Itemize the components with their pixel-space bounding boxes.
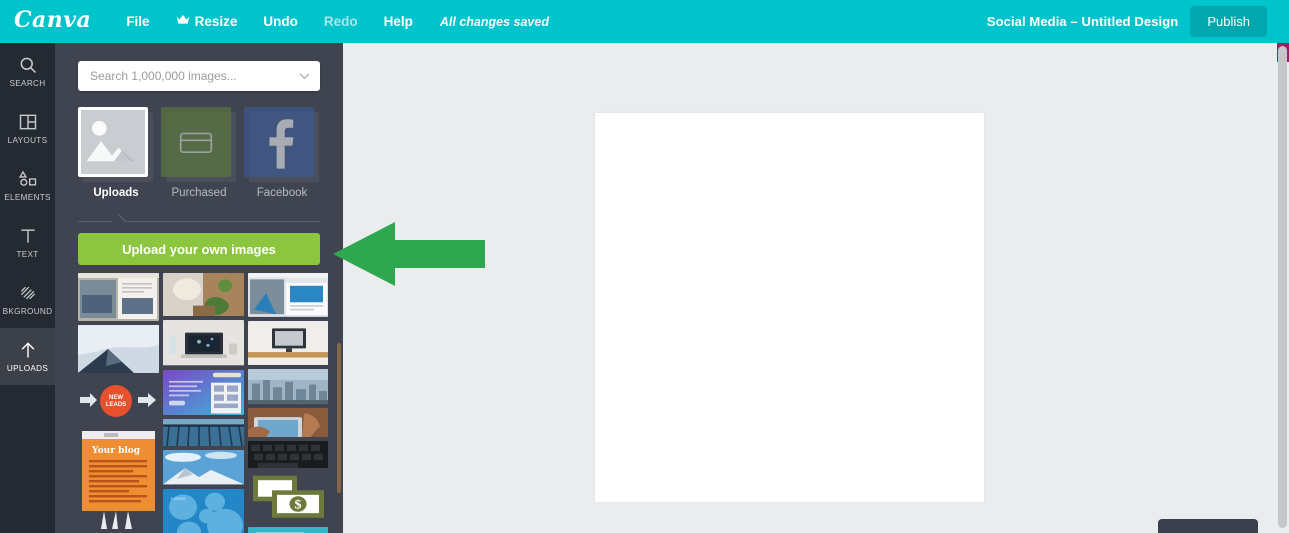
thumb-city-skyline-aerial[interactable]: [248, 368, 328, 404]
design-canvas[interactable]: [595, 113, 984, 502]
divider-caret-icon: [111, 215, 125, 222]
tab-facebook-label: Facebook: [256, 187, 308, 199]
sidebar-item-elements[interactable]: ELEMENTS: [0, 157, 55, 214]
svg-text:Your blog: Your blog: [91, 446, 141, 456]
sidebar-item-text[interactable]: TEXT: [0, 214, 55, 271]
menu-item-help[interactable]: Help: [371, 8, 426, 35]
thumb-flatlay-desk-plants[interactable]: [163, 273, 244, 317]
thumb-dollar-money-icon[interactable]: $: [248, 472, 328, 523]
thumb-teal-banner-partial[interactable]: [248, 526, 328, 533]
upload-arrow-icon: [18, 340, 38, 360]
menu-item-resize[interactable]: Resize: [163, 8, 251, 35]
sidebar-item-search-label: SEARCH: [9, 79, 46, 88]
upload-your-own-images-button[interactable]: Upload your own images: [78, 233, 320, 265]
menu-item-file-label: File: [126, 14, 150, 29]
svg-text:LEADS: LEADS: [106, 402, 126, 408]
top-toolbar: Canva File Resize Undo Redo Help All cha…: [0, 0, 1289, 43]
thumb-your-blog-orange-flyer[interactable]: Your blog: [78, 429, 159, 529]
background-icon: [18, 283, 38, 303]
sidebar-item-search[interactable]: SEARCH: [0, 43, 55, 100]
grid-column-2: Lorem: [163, 273, 244, 533]
menu-item-undo[interactable]: Undo: [250, 8, 311, 35]
uploads-panel: Uploads Purchased: [55, 43, 343, 533]
thumb-blue-bokeh-circles[interactable]: Lorem: [163, 488, 244, 533]
tab-purchased-label: Purchased: [171, 187, 227, 199]
page-vertical-scrollbar[interactable]: [1278, 46, 1287, 528]
tab-facebook-thumb: [244, 107, 319, 182]
thumb-office-magazine-mockup[interactable]: [78, 273, 159, 321]
canva-logo[interactable]: Canva: [14, 7, 91, 36]
text-icon: [18, 226, 38, 246]
thumb-snow-mountain-sky[interactable]: [163, 450, 244, 485]
svg-text:NEW: NEW: [109, 395, 123, 401]
publish-button[interactable]: Publish: [1190, 6, 1267, 37]
tab-uploads-label: Uploads: [93, 187, 139, 199]
thumb-hands-on-tablet[interactable]: [248, 407, 328, 437]
search-input[interactable]: [78, 69, 320, 83]
sidebar-item-uploads[interactable]: UPLOADS: [0, 328, 55, 385]
grid-column-1: NEW LEADS Your blog: [78, 273, 159, 533]
tab-purchased[interactable]: Purchased: [161, 107, 237, 199]
design-title: Social Media – Untitled Design: [986, 14, 1179, 29]
elements-icon: [18, 169, 38, 189]
sidebar-item-layouts[interactable]: LAYOUTS: [0, 100, 55, 157]
tab-purchased-thumb: [161, 107, 236, 182]
left-rail: SEARCH LAYOUTS ELEMENTS TEXT BKGROUND UP…: [0, 43, 55, 533]
menu-item-resize-label: Resize: [194, 14, 238, 29]
thumb-monitor-on-wood-shelf[interactable]: [248, 320, 328, 365]
menu-item-redo-label: Redo: [323, 14, 358, 29]
save-status-text: All changes saved: [439, 14, 549, 29]
design-workarea: [343, 43, 1289, 533]
tab-uploads-thumb: [78, 107, 153, 182]
chevron-down-icon[interactable]: [299, 61, 310, 91]
top-menu: File Resize Undo Redo Help All changes s…: [113, 8, 549, 35]
image-placeholder-icon: [78, 107, 148, 177]
search-icon: [18, 55, 38, 75]
search-box[interactable]: [78, 61, 320, 91]
panel-vertical-scrollbar[interactable]: [337, 343, 341, 493]
search-area: [55, 43, 343, 91]
sidebar-item-uploads-label: UPLOADS: [6, 364, 49, 373]
panel-divider: [78, 213, 320, 223]
source-tabs: Uploads Purchased Facebook: [55, 91, 343, 199]
tab-facebook[interactable]: Facebook: [244, 107, 320, 199]
sidebar-item-background-label: BKGROUND: [2, 307, 53, 316]
sidebar-item-text-label: TEXT: [16, 250, 39, 259]
credit-card-icon: [161, 107, 231, 177]
svg-text:$: $: [295, 497, 302, 511]
thumb-pier-bridge-water[interactable]: [163, 419, 244, 447]
thumb-new-leads-graphic[interactable]: NEW LEADS: [78, 377, 159, 425]
bottom-toolbar-partial[interactable]: [1158, 519, 1258, 533]
svg-text:Lorem: Lorem: [171, 496, 185, 502]
thumb-laptop-desk-workspace[interactable]: [163, 320, 244, 366]
menu-item-undo-label: Undo: [263, 14, 298, 29]
menu-item-file[interactable]: File: [113, 8, 162, 35]
layouts-icon: [18, 112, 38, 132]
facebook-f-icon: [244, 107, 314, 177]
canva-editor-window: Canva File Resize Undo Redo Help All cha…: [0, 0, 1289, 533]
thumb-dark-keyboard-closeup[interactable]: [248, 440, 328, 469]
sidebar-item-background[interactable]: BKGROUND: [0, 271, 55, 328]
tab-uploads[interactable]: Uploads: [78, 107, 154, 199]
sidebar-item-elements-label: ELEMENTS: [4, 193, 51, 202]
thumb-aerial-clouds-mountain[interactable]: [78, 325, 159, 373]
uploads-thumbnail-grid: NEW LEADS Your blog Lorem $: [78, 273, 328, 533]
sidebar-item-layouts-label: LAYOUTS: [7, 136, 48, 145]
crown-icon: [176, 14, 190, 28]
top-right-group: Social Media – Untitled Design Publish: [987, 0, 1267, 43]
menu-item-help-label: Help: [383, 14, 413, 29]
menu-item-redo[interactable]: Redo: [311, 8, 371, 35]
thumb-purple-website-mockup[interactable]: [163, 369, 244, 416]
thumb-screen-mockup-browser[interactable]: [248, 273, 328, 317]
grid-column-3: $: [248, 273, 328, 533]
